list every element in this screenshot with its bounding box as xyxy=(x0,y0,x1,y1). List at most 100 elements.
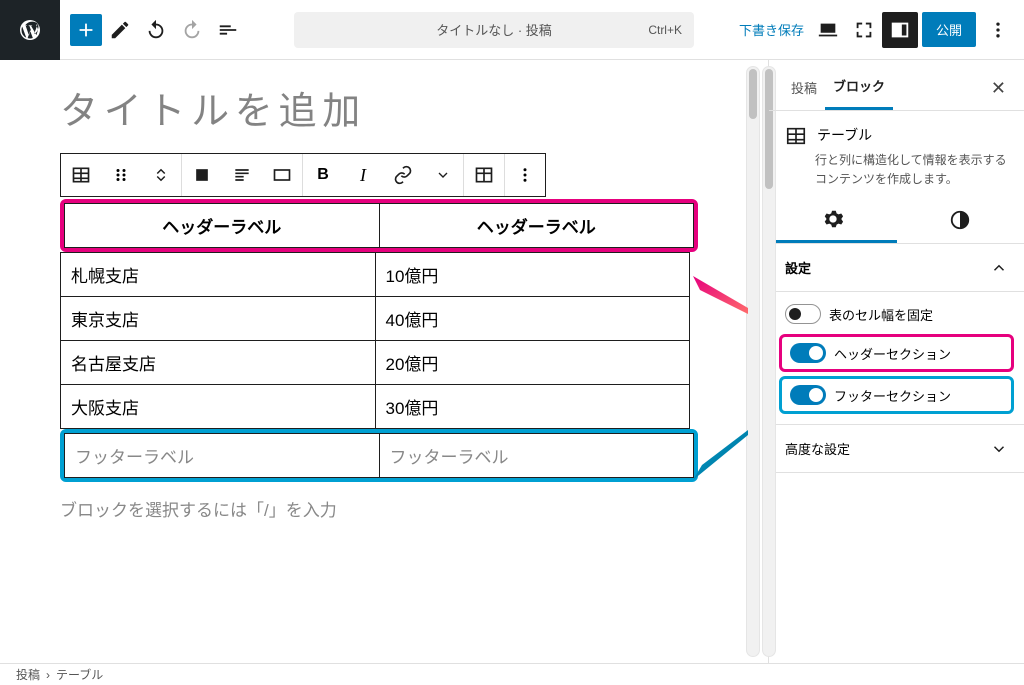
table-cell[interactable]: 東京支店 xyxy=(61,297,376,341)
table-header-cell[interactable]: ヘッダーラベル xyxy=(379,204,694,248)
block-appender-hint[interactable]: ブロックを選択するには「/」を入力 xyxy=(60,496,698,521)
gear-icon xyxy=(822,208,844,230)
table-cell[interactable]: 札幌支店 xyxy=(61,253,376,297)
block-description: 行と列に構造化して情報を表示するコンテンツを作成します。 xyxy=(815,151,1008,189)
move-up-down-button[interactable] xyxy=(141,154,181,196)
table-cell[interactable]: 40億円 xyxy=(375,297,690,341)
kebab-icon xyxy=(516,166,534,184)
laptop-icon xyxy=(817,19,839,41)
editor-scrollbar[interactable] xyxy=(746,66,760,657)
table-row: 札幌支店10億円 xyxy=(61,253,690,297)
kebab-icon xyxy=(988,20,1008,40)
table-row: 東京支店40億円 xyxy=(61,297,690,341)
tools-button[interactable] xyxy=(102,12,138,48)
preview-desktop-button[interactable] xyxy=(810,12,846,48)
toggle-header-section[interactable]: ヘッダーセクション xyxy=(784,339,1009,367)
block-toolbar: B I xyxy=(60,153,546,197)
editor-canvas[interactable]: タイトルを追加 B I xyxy=(0,60,768,663)
toggle-label: ヘッダーセクション xyxy=(834,344,951,363)
options-menu-button[interactable] xyxy=(980,12,1016,48)
styles-tab[interactable] xyxy=(897,197,1024,243)
block-options-button[interactable] xyxy=(505,154,545,196)
settings-sidebar-toggle[interactable] xyxy=(882,12,918,48)
table-icon xyxy=(785,125,807,147)
table-row: 大阪支店30億円 xyxy=(61,385,690,429)
toggle-label: 表のセル幅を固定 xyxy=(829,305,933,324)
settings-sidebar: 投稿 ブロック ✕ テーブル 行と列に構造化して情報を表示するコンテンツを作成し… xyxy=(768,60,1024,663)
add-block-button[interactable] xyxy=(70,14,102,46)
list-icon xyxy=(217,19,239,41)
table-header-cell[interactable]: ヘッダーラベル xyxy=(65,204,380,248)
toggle-label: フッターセクション xyxy=(834,386,951,405)
table-cell[interactable]: 30億円 xyxy=(375,385,690,429)
settings-tab[interactable] xyxy=(769,197,897,243)
document-title-bar[interactable]: タイトルなし · 投稿 Ctrl+K xyxy=(294,12,694,48)
align-icon xyxy=(232,165,252,185)
toggle-fixed-width[interactable]: 表のセル幅を固定 xyxy=(769,298,1024,330)
table-footer-cell[interactable]: フッターラベル xyxy=(379,434,694,478)
plus-icon xyxy=(75,19,97,41)
italic-button[interactable]: I xyxy=(343,154,383,196)
block-name: テーブル xyxy=(817,125,872,145)
table-row: 名古屋支店20億円 xyxy=(61,341,690,385)
tab-block[interactable]: ブロック xyxy=(825,66,893,110)
table-footer-cell[interactable]: フッターラベル xyxy=(65,434,380,478)
align-wide-button[interactable] xyxy=(262,154,302,196)
content-table-body[interactable]: 札幌支店10億円 東京支店40億円 名古屋支店20億円 大阪支店30億円 xyxy=(60,252,690,429)
tab-post[interactable]: 投稿 xyxy=(783,68,825,109)
post-title-input[interactable]: タイトルを追加 xyxy=(60,80,698,135)
block-type-button[interactable] xyxy=(61,154,101,196)
drag-handle[interactable] xyxy=(101,154,141,196)
table-cell[interactable]: 大阪支店 xyxy=(61,385,376,429)
save-draft-link[interactable]: 下書き保存 xyxy=(739,20,804,39)
top-toolbar: タイトルなし · 投稿 Ctrl+K 下書き保存 公開 xyxy=(0,0,1024,60)
bold-button[interactable]: B xyxy=(303,154,343,196)
table-icon xyxy=(71,165,91,185)
table-cell[interactable]: 20億円 xyxy=(375,341,690,385)
content-table[interactable]: ヘッダーラベル ヘッダーラベル xyxy=(64,203,694,248)
breadcrumb-root[interactable]: 投稿 xyxy=(16,666,40,683)
document-overview-button[interactable] xyxy=(210,12,246,48)
breadcrumb-current[interactable]: テーブル xyxy=(56,666,103,683)
toggle-footer-section[interactable]: フッターセクション xyxy=(784,381,1009,409)
table-cell[interactable]: 10億円 xyxy=(375,253,690,297)
settings-panel-header[interactable]: 設定 xyxy=(769,244,1024,292)
chevron-down-icon xyxy=(435,167,451,183)
sidebar-scrollbar[interactable] xyxy=(762,66,776,657)
align-full-icon xyxy=(272,165,292,185)
chevron-down-icon xyxy=(990,440,1008,458)
table-edit-icon xyxy=(474,165,494,185)
link-icon xyxy=(393,165,413,185)
advanced-panel-header[interactable]: 高度な設定 xyxy=(769,424,1024,473)
redo-icon xyxy=(181,19,203,41)
redo-button[interactable] xyxy=(174,12,210,48)
chevron-up-icon xyxy=(990,259,1008,277)
wordpress-logo[interactable] xyxy=(0,0,60,60)
more-rich-text-button[interactable] xyxy=(423,154,463,196)
fullscreen-icon xyxy=(853,19,875,41)
toggle-switch[interactable] xyxy=(790,343,826,363)
table-footer-highlight: フッターラベルフッターラベル xyxy=(60,429,698,482)
undo-button[interactable] xyxy=(138,12,174,48)
pencil-icon xyxy=(109,19,131,41)
close-sidebar-button[interactable]: ✕ xyxy=(983,74,1014,103)
sidebar-icon xyxy=(889,19,911,41)
link-button[interactable] xyxy=(383,154,423,196)
toggle-switch[interactable] xyxy=(790,385,826,405)
block-breadcrumb: 投稿 › テーブル xyxy=(0,663,1024,685)
drag-icon xyxy=(112,166,130,184)
edit-table-button[interactable] xyxy=(464,154,504,196)
move-icon xyxy=(152,166,170,184)
advanced-panel-label: 高度な設定 xyxy=(785,439,850,458)
table-cell[interactable]: 名古屋支店 xyxy=(61,341,376,385)
publish-button[interactable]: 公開 xyxy=(922,12,976,47)
view-fullscreen-button[interactable] xyxy=(846,12,882,48)
breadcrumb-sep: › xyxy=(46,668,50,682)
align-button[interactable] xyxy=(222,154,262,196)
toggle-switch[interactable] xyxy=(785,304,821,324)
undo-icon xyxy=(145,19,167,41)
align-none-button[interactable] xyxy=(182,154,222,196)
command-shortcut: Ctrl+K xyxy=(648,23,682,37)
contrast-icon xyxy=(949,209,971,231)
table-header-highlight: ヘッダーラベル ヘッダーラベル xyxy=(60,199,698,252)
